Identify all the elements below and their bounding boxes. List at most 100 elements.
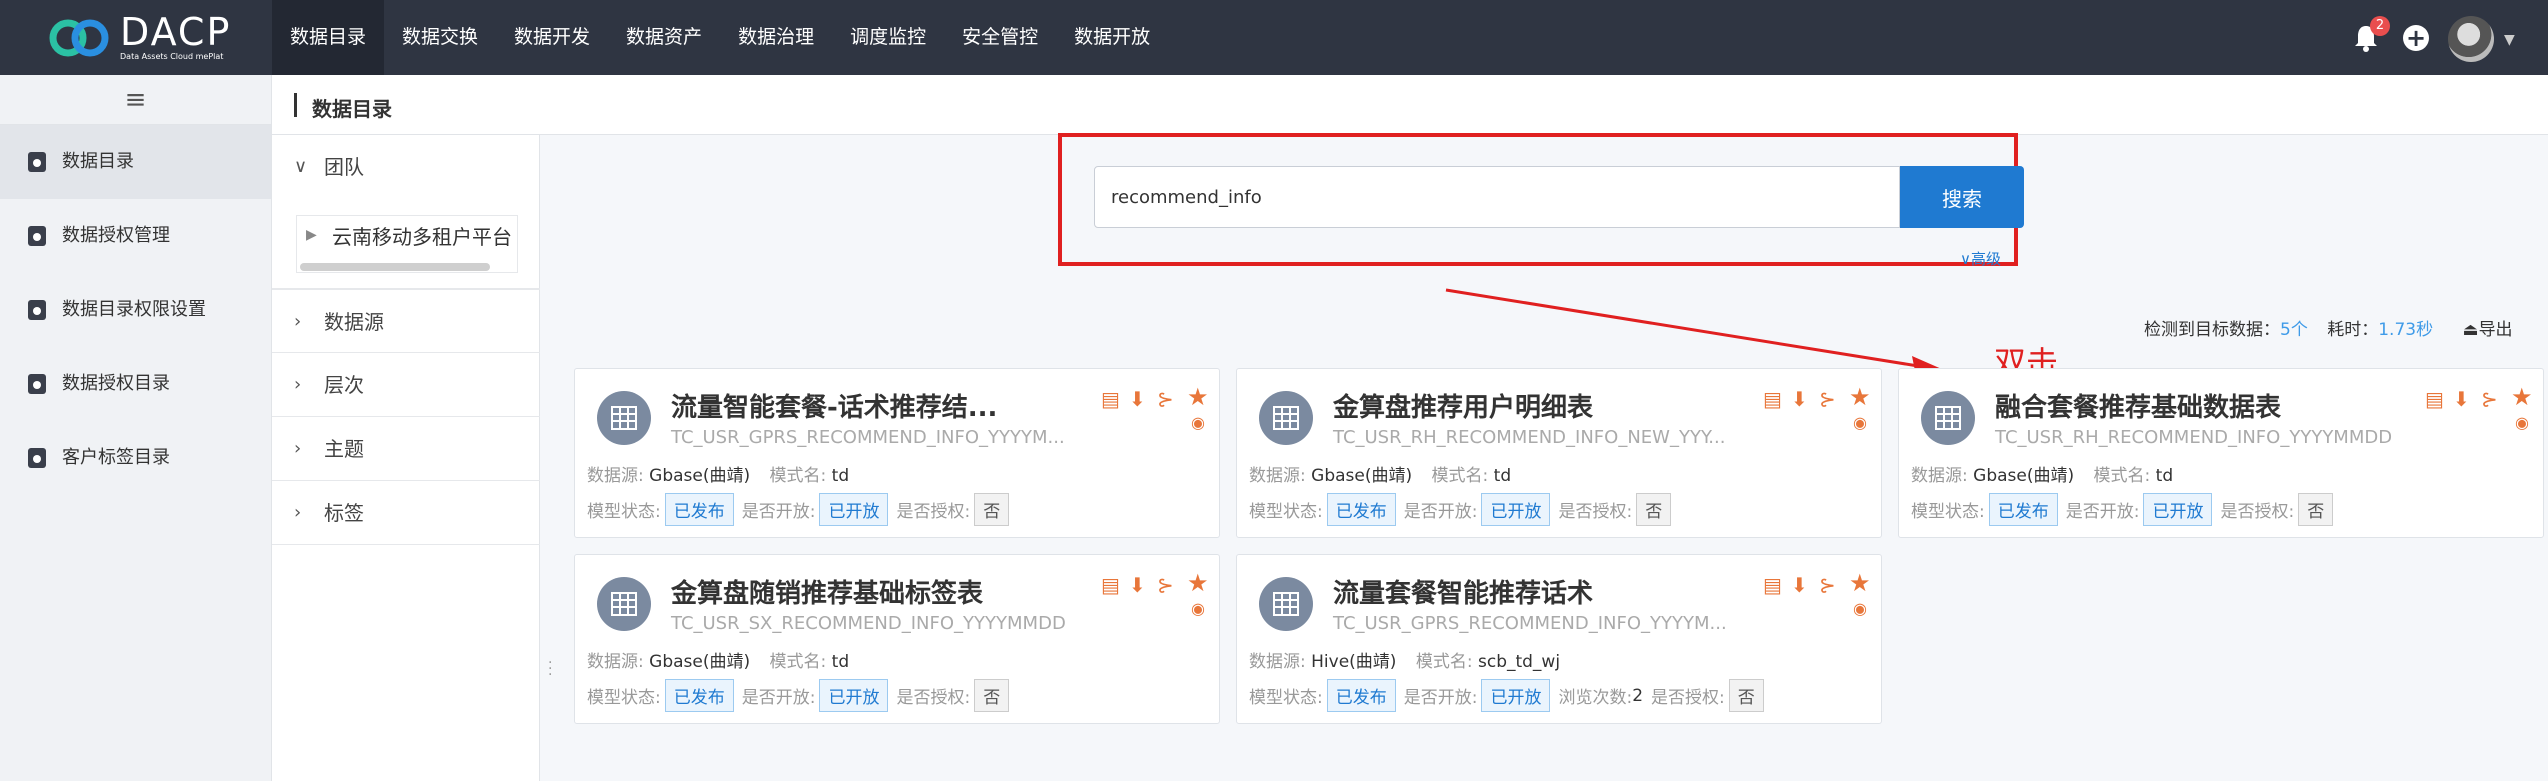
sidebar-item-auth-catalog[interactable]: 数据授权目录 [0,347,271,421]
search-input[interactable] [1094,166,1900,228]
download-icon[interactable]: ⬇ [1129,573,1146,597]
menu-toggle-icon[interactable]: ≡ [0,75,271,125]
auth-label: 是否授权: [1558,502,1633,522]
document-icon[interactable]: ▤ [1101,387,1120,411]
result-count: 5个 [2280,320,2308,340]
advanced-search-link[interactable]: ∨高级 [1960,248,2001,269]
result-card[interactable]: 金算盘推荐用户明细表 TC_USR_RH_RECOMMEND_INFO_NEW_… [1236,368,1882,538]
document-icon[interactable]: ▤ [2425,387,2444,411]
user-avatar[interactable] [2448,16,2494,62]
star-icon[interactable]: ★ [1187,383,1209,411]
sidebar-item-customer-tags[interactable]: 客户标签目录 [0,421,271,495]
filter-group-team[interactable]: ∨ 团队 [272,135,539,199]
filter-group-label: 数据源 [324,310,384,334]
card-title[interactable]: 金算盘随销推荐基础标签表 [671,573,983,610]
eye-icon[interactable]: ◉ [1191,599,1205,618]
filter-group-topic[interactable]: › 主题 [272,417,540,481]
download-icon[interactable]: ⬇ [1791,387,1808,411]
star-icon[interactable]: ★ [1849,569,1871,597]
team-tree: ▶ 云南移动多租户平台 [272,199,540,289]
status-label: 模型状态: [587,502,661,522]
download-icon[interactable]: ⬇ [2453,387,2470,411]
card-title[interactable]: 金算盘推荐用户明细表 [1333,387,1593,424]
nav-data-exchange[interactable]: 数据交换 [384,0,496,75]
schema-label: 模式名: [1431,466,1489,486]
card-table-code: TC_USR_SX_RECOMMEND_INFO_YYYYMMDD [671,613,1066,634]
tree-node-tenant-platform[interactable]: 云南移动多租户平台 [332,221,512,250]
lineage-icon[interactable]: ⊱ [1819,573,1836,597]
nav-schedule-monitor[interactable]: 调度监控 [832,0,944,75]
logo-tagline: Data Assets Cloud mePlat [120,52,224,61]
status-label: 模型状态: [1249,502,1323,522]
chevron-right-icon: › [294,438,302,459]
eye-icon[interactable]: ◉ [1191,413,1205,432]
sidebar-item-auth-management[interactable]: 数据授权管理 [0,199,271,273]
status-badge: 已发布 [1326,679,1396,712]
sidebar-item-label: 数据目录 [62,151,134,172]
star-icon[interactable]: ★ [1849,383,1871,411]
card-table-code: TC_USR_GPRS_RECOMMEND_INFO_YYYYM... [1333,613,1727,634]
sidebar-item-label: 数据授权目录 [62,373,170,394]
result-card[interactable]: 融合套餐推荐基础数据表 TC_USR_RH_RECOMMEND_INFO_YYY… [1898,368,2544,538]
nav-data-open[interactable]: 数据开放 [1056,0,1168,75]
source-label: 数据源: [1249,466,1306,486]
status-badge: 已发布 [1326,493,1396,526]
filter-group-layer[interactable]: › 层次 [272,353,540,417]
card-title[interactable]: 流量套餐智能推荐话术 [1333,573,1593,610]
nav-data-assets[interactable]: 数据资产 [608,0,720,75]
eye-icon[interactable]: ◉ [1853,413,1867,432]
card-title[interactable]: 融合套餐推荐基础数据表 [1995,387,2281,424]
auth-badge: 否 [974,679,1010,712]
status-label: 模型状态: [587,688,661,708]
filter-group-label: 主题 [324,437,364,461]
nav-data-catalog[interactable]: 数据目录 [272,0,385,75]
export-button[interactable]: ⏏导出 [2463,320,2513,340]
eye-icon[interactable]: ◉ [2515,413,2529,432]
horizontal-scrollbar[interactable] [300,263,490,271]
card-actions: ▤ ⬇ ⊱ ★ ◉ [1763,569,1873,619]
document-icon[interactable]: ▤ [1763,573,1782,597]
nav-data-governance[interactable]: 数据治理 [720,0,832,75]
source-value: Gbase(曲靖) [649,466,751,486]
download-icon[interactable]: ⬇ [1129,387,1146,411]
sidebar-item-data-catalog[interactable]: 数据目录 [0,125,271,199]
search-button[interactable]: 搜索 [1900,166,2024,228]
nav-data-development[interactable]: 数据开发 [496,0,608,75]
catalog-icon [28,152,46,172]
export-icon: ⏏ [2462,320,2479,340]
dacp-logo[interactable]: DACP Data Assets Cloud mePlat [48,10,278,66]
panel-splitter[interactable]: · · · [548,656,552,682]
filter-group-label: 层次 [324,373,364,397]
sidebar-item-permission-settings[interactable]: 数据目录权限设置 [0,273,271,347]
result-card[interactable]: 流量智能套餐-话术推荐结... TC_USR_GPRS_RECOMMEND_IN… [574,368,1220,538]
filter-group-tag[interactable]: › 标签 [272,481,540,545]
download-icon[interactable]: ⬇ [1791,573,1808,597]
result-count-label: 检测到目标数据： [2144,320,2280,340]
star-icon[interactable]: ★ [1187,569,1209,597]
lineage-icon[interactable]: ⊱ [1819,387,1836,411]
result-card[interactable]: 金算盘随销推荐基础标签表 TC_USR_SX_RECOMMEND_INFO_YY… [574,554,1220,724]
caret-right-icon[interactable]: ▶ [306,227,317,243]
filter-group-datasource[interactable]: › 数据源 [272,289,540,353]
star-icon[interactable]: ★ [2511,383,2533,411]
top-navbar: DACP Data Assets Cloud mePlat 数据目录 数据交换 … [0,0,2548,75]
eye-icon[interactable]: ◉ [1853,599,1867,618]
open-label: 是否开放: [1403,688,1478,708]
card-title[interactable]: 流量智能套餐-话术推荐结... [671,387,997,424]
card-meta-source: 数据源: Gbase(曲靖) 模式名: td [587,461,863,486]
lineage-icon[interactable]: ⊱ [1157,387,1174,411]
document-icon[interactable]: ▤ [1763,387,1782,411]
table-icon [1259,391,1313,445]
document-icon[interactable]: ▤ [1101,573,1120,597]
card-meta-status: 模型状态: 已发布 是否开放: 已开放 是否授权: 否 [587,679,1017,712]
add-icon[interactable]: + [2403,25,2429,51]
result-card[interactable]: 流量套餐智能推荐话术 TC_USR_GPRS_RECOMMEND_INFO_YY… [1236,554,1882,724]
lineage-icon[interactable]: ⊱ [1157,573,1174,597]
chevron-down-icon[interactable]: ▼ [2504,32,2515,48]
views-label: 浏览次数: [1558,688,1633,708]
views-value: 2 [1632,685,1644,706]
lineage-icon[interactable]: ⊱ [2481,387,2498,411]
nav-security-control[interactable]: 安全管控 [944,0,1056,75]
open-label: 是否开放: [2065,502,2140,522]
auth-label: 是否授权: [896,688,971,708]
